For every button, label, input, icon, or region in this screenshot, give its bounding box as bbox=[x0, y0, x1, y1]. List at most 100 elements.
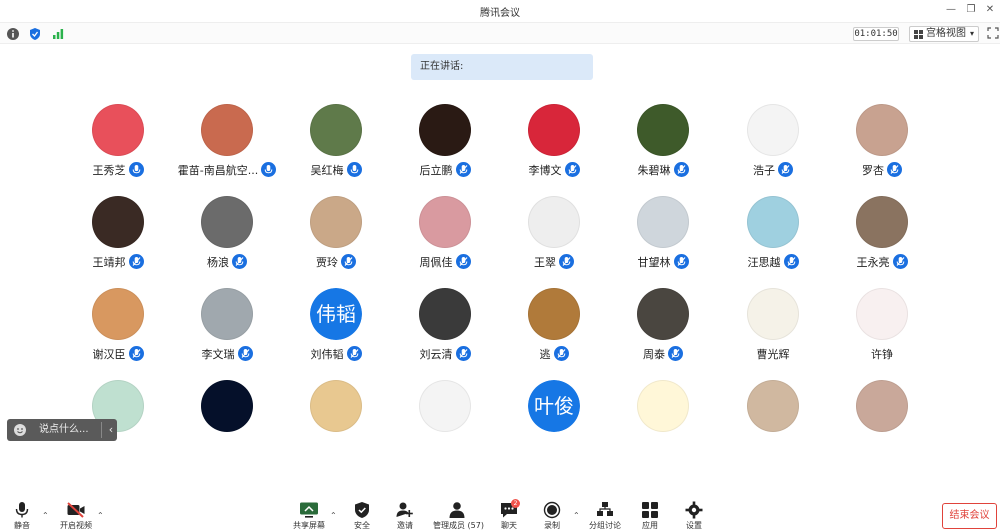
participant-tile[interactable]: 王秀芝 bbox=[63, 104, 173, 184]
microphone-icon bbox=[15, 502, 29, 518]
participant-name: 许铮 bbox=[871, 348, 893, 361]
participant-tile[interactable] bbox=[608, 380, 718, 442]
participant-tile[interactable] bbox=[172, 380, 282, 442]
share-options-caret-icon[interactable]: ⌃ bbox=[330, 511, 337, 520]
participant-tile[interactable]: 汪思越 bbox=[718, 196, 828, 276]
participant-tile[interactable]: 李文瑞 bbox=[172, 288, 282, 368]
emoji-icon[interactable] bbox=[13, 423, 27, 437]
participant-name: 王秀芝 bbox=[92, 164, 126, 177]
participant-tile[interactable] bbox=[718, 380, 828, 442]
participant-tile[interactable]: 曹光辉 bbox=[718, 288, 828, 368]
share-screen-button[interactable]: 共享屏幕 bbox=[293, 495, 325, 532]
participant-tile[interactable]: 李博文 bbox=[499, 104, 609, 184]
participant-tile[interactable]: 贾玲 bbox=[281, 196, 391, 276]
caret-down-icon: ▾ bbox=[969, 29, 974, 38]
avatar bbox=[201, 104, 253, 156]
apps-button[interactable]: 应用 bbox=[638, 495, 662, 532]
participant-tile[interactable]: 朱碧琳 bbox=[608, 104, 718, 184]
avatar bbox=[856, 288, 908, 340]
collapse-chat-button[interactable]: ‹ bbox=[106, 419, 116, 441]
participant-tile[interactable]: 杨浪 bbox=[172, 196, 282, 276]
mic-muted-icon bbox=[892, 254, 908, 269]
participant-name-row bbox=[718, 438, 828, 442]
start-video-button[interactable]: 开启视频 bbox=[60, 495, 92, 532]
participant-name-row: 周佩佳 bbox=[390, 254, 500, 272]
avatar bbox=[747, 288, 799, 340]
restore-icon[interactable]: ❐ bbox=[964, 3, 978, 17]
record-options-caret-icon[interactable]: ⌃ bbox=[573, 511, 580, 520]
settings-button[interactable]: 设置 bbox=[682, 495, 706, 532]
participant-name-row: 甘望林 bbox=[608, 254, 718, 272]
participant-name: 李文瑞 bbox=[201, 348, 235, 361]
mute-options-caret-icon[interactable]: ⌃ bbox=[42, 511, 49, 520]
manage-members-button[interactable]: 管理成员 (57) bbox=[433, 495, 484, 532]
participant-tile[interactable] bbox=[827, 380, 937, 442]
members-icon bbox=[449, 502, 465, 518]
shield-icon[interactable] bbox=[28, 27, 42, 41]
participant-tile[interactable]: 许铮 bbox=[827, 288, 937, 368]
participant-tile[interactable]: 王靖邦 bbox=[63, 196, 173, 276]
video-options-caret-icon[interactable]: ⌃ bbox=[97, 511, 104, 520]
security-button[interactable]: 安全 bbox=[350, 495, 374, 532]
participant-tile[interactable]: 周佩佳 bbox=[390, 196, 500, 276]
participant-name-row: 王永亮 bbox=[827, 254, 937, 272]
participant-tile[interactable]: 王翠 bbox=[499, 196, 609, 276]
participant-tile[interactable]: 叶俊 bbox=[499, 380, 609, 442]
participant-name-row: 后立鹏 bbox=[390, 162, 500, 180]
participant-tile[interactable]: 周泰 bbox=[608, 288, 718, 368]
chat-input-placeholder[interactable]: 说点什么... bbox=[39, 419, 89, 441]
participant-tile[interactable]: 霍苗-南昌航空... bbox=[172, 104, 282, 184]
avatar bbox=[637, 380, 689, 432]
bottom-toolbar: 静音 ⌃ 开启视频 ⌃ 共享屏幕 ⌃ 安全 邀请 管理成员 (57) 聊天 2 … bbox=[0, 495, 1000, 532]
participant-tile[interactable]: 甘望林 bbox=[608, 196, 718, 276]
participant-name: 刘云清 bbox=[419, 348, 453, 361]
info-icon[interactable] bbox=[6, 27, 20, 41]
participant-tile[interactable]: 王永亮 bbox=[827, 196, 937, 276]
record-button[interactable]: 录制 bbox=[540, 495, 564, 532]
avatar bbox=[419, 288, 471, 340]
avatar bbox=[92, 288, 144, 340]
avatar bbox=[528, 288, 580, 340]
mute-button[interactable]: 静音 bbox=[10, 495, 34, 532]
mic-muted-icon bbox=[673, 254, 689, 269]
participant-tile[interactable]: 浩子 bbox=[718, 104, 828, 184]
start-video-label: 开启视频 bbox=[60, 521, 92, 530]
participant-tile[interactable]: 伟韬 刘伟韬 bbox=[281, 288, 391, 368]
close-icon[interactable]: ✕ bbox=[983, 3, 997, 17]
mic-muted-icon bbox=[559, 254, 574, 269]
mic-muted-icon bbox=[564, 162, 580, 177]
mic-icon bbox=[346, 162, 362, 177]
participant-tile[interactable]: 逃 bbox=[499, 288, 609, 368]
participant-tile[interactable]: 谢汉臣 bbox=[63, 288, 173, 368]
share-screen-icon bbox=[300, 502, 318, 518]
participant-tile[interactable]: 刘云清 bbox=[390, 288, 500, 368]
participant-tile[interactable]: 吴红梅 bbox=[281, 104, 391, 184]
participant-tile[interactable] bbox=[281, 380, 391, 442]
participant-name-row: 王翠 bbox=[499, 254, 609, 272]
participant-name-row bbox=[390, 438, 500, 442]
invite-button[interactable]: 邀请 bbox=[393, 495, 417, 532]
participant-tile[interactable] bbox=[390, 380, 500, 442]
participant-name: 后立鹏 bbox=[419, 164, 453, 177]
breakout-rooms-button[interactable]: 分组讨论 bbox=[589, 495, 621, 532]
minimize-icon[interactable]: — bbox=[944, 3, 958, 17]
chat-popup[interactable]: 说点什么... ‹ bbox=[7, 419, 117, 441]
mic-muted-icon bbox=[237, 346, 253, 361]
participant-name-row: 谢汉臣 bbox=[63, 346, 173, 364]
participant-name: 周佩佳 bbox=[419, 256, 453, 269]
participant-name-row: 王秀芝 bbox=[63, 162, 173, 180]
security-shield-icon bbox=[355, 502, 369, 518]
avatar bbox=[92, 104, 144, 156]
avatar bbox=[201, 196, 253, 248]
manage-members-label: 管理成员 (57) bbox=[433, 521, 484, 530]
breakout-label: 分组讨论 bbox=[589, 521, 621, 530]
end-meeting-button[interactable]: 结束会议 bbox=[942, 503, 997, 529]
mute-label: 静音 bbox=[14, 521, 30, 530]
signal-icon[interactable] bbox=[51, 27, 65, 41]
avatar bbox=[856, 380, 908, 432]
participant-tile[interactable]: 后立鹏 bbox=[390, 104, 500, 184]
grid-view-dropdown[interactable]: 宫格视图 ▾ bbox=[909, 26, 979, 42]
participant-tile[interactable]: 罗杏 bbox=[827, 104, 937, 184]
fullscreen-icon[interactable] bbox=[987, 27, 999, 39]
participant-name: 甘望林 bbox=[637, 256, 671, 269]
